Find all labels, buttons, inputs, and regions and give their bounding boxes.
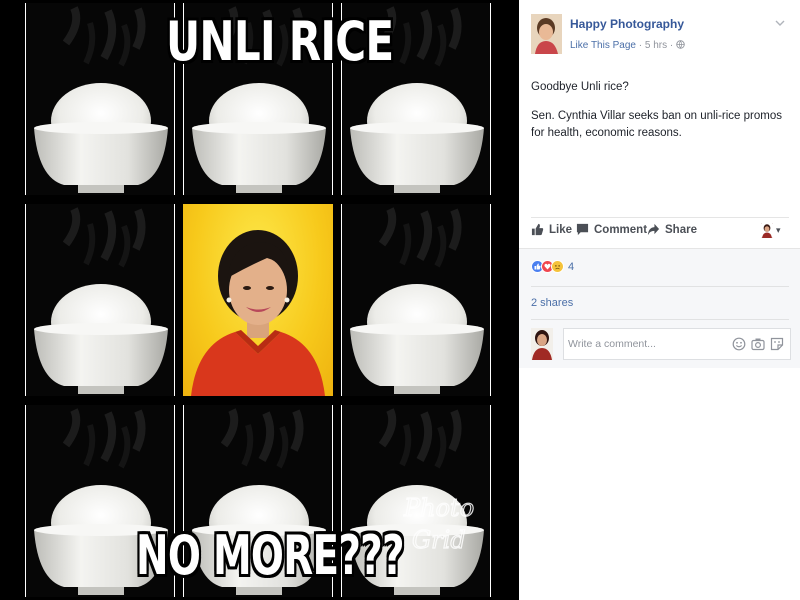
post-text-line: Sen. Cynthia Villar seeks ban on unli-ri… [531, 110, 782, 139]
post-time[interactable]: 5 hrs [645, 40, 667, 51]
page-name-link[interactable]: Happy Photography [570, 17, 684, 31]
svg-text:Grid: Grid [412, 526, 466, 554]
feedback-section: 4 2 shares [519, 248, 800, 600]
commenter-avatar [531, 328, 553, 360]
meta-separator: · [638, 40, 643, 51]
portrait-image [183, 204, 333, 396]
post-actions: Like Comment Share ▾ [531, 217, 789, 241]
rice-bowl-image [25, 204, 175, 396]
like-button[interactable]: Like [531, 223, 572, 236]
shares-link[interactable]: 2 shares [531, 297, 573, 309]
meme-bottom-text: NO MORE??? [136, 524, 405, 587]
reaction-count[interactable]: 4 [568, 261, 574, 273]
comment-input[interactable] [568, 338, 723, 350]
post-text-line: Goodbye Unli rice? [531, 81, 629, 93]
like-page-link[interactable]: Like This Page [570, 40, 636, 51]
globe-icon [676, 40, 685, 51]
avatar [761, 223, 773, 238]
comment-label: Comment [594, 223, 648, 236]
photo-grid-watermark-logo: Photo Grid [402, 493, 474, 554]
post-header: Happy Photography Like This Page · 5 hrs… [531, 14, 791, 58]
speech-bubble-icon [576, 223, 589, 236]
meta-separator: · [669, 40, 674, 51]
thumbs-up-icon [531, 223, 544, 236]
sad-reaction-icon [551, 260, 564, 273]
rice-bowl-image [25, 3, 175, 195]
comment-composer [563, 328, 791, 360]
camera-icon[interactable] [751, 337, 765, 351]
page-avatar[interactable] [531, 14, 562, 54]
share-label: Share [665, 223, 697, 236]
post-photo[interactable]: UNLI RICE NO MORE??? Photo Grid [0, 0, 519, 600]
emoji-icon[interactable] [732, 337, 746, 351]
caret-down-icon: ▾ [776, 225, 781, 235]
meme-top-text: UNLI RICE [166, 10, 394, 73]
sticker-icon[interactable] [770, 337, 784, 351]
post-as-selector[interactable]: ▾ [761, 223, 781, 238]
svg-text:Photo: Photo [403, 494, 474, 522]
post-meta: Like This Page · 5 hrs · [570, 40, 685, 51]
share-button[interactable]: Share [647, 223, 697, 236]
post-body: Goodbye Unli rice? Sen. Cynthia Villar s… [531, 79, 787, 142]
like-label: Like [549, 223, 573, 236]
divider [531, 286, 789, 287]
comment-button[interactable]: Comment [576, 223, 647, 236]
share-arrow-icon [647, 223, 660, 236]
divider [531, 319, 789, 320]
rice-bowl-image [341, 204, 491, 396]
reactions-summary[interactable]: 4 [531, 260, 574, 273]
chevron-down-icon[interactable] [775, 18, 785, 30]
